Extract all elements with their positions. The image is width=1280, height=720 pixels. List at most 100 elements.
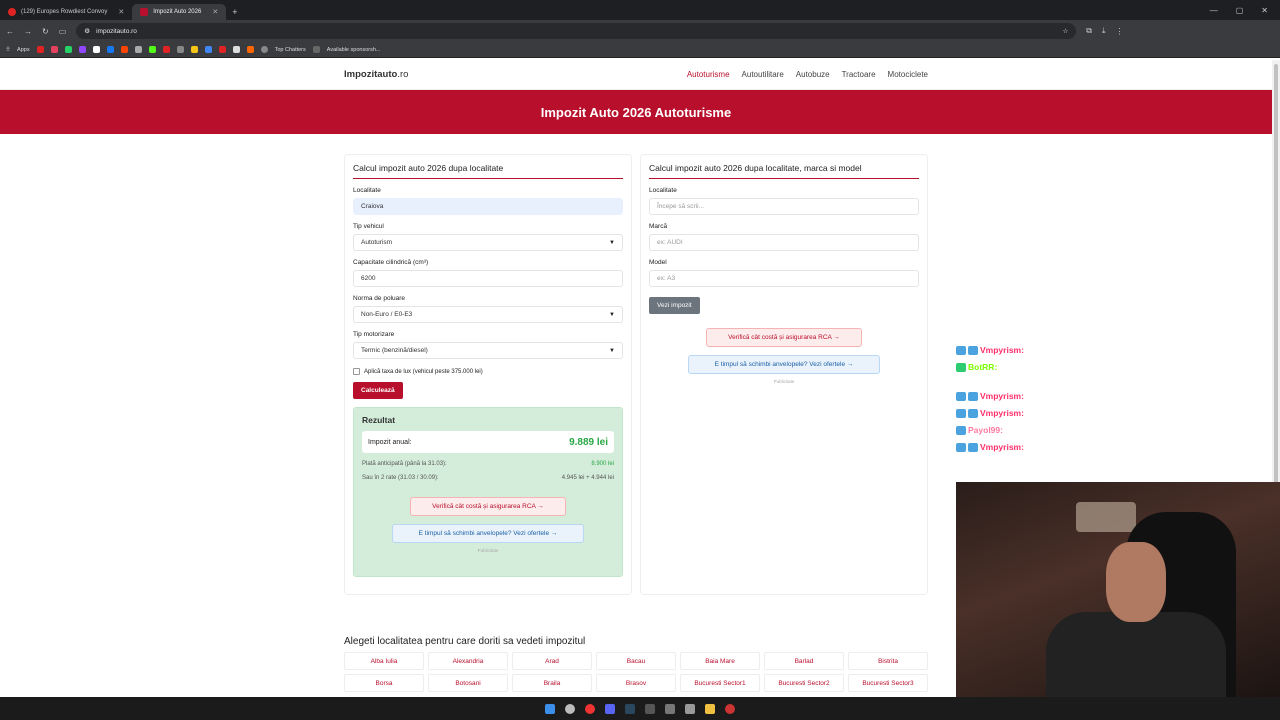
cities-grid: Alba Iulia Alexandria Arad Bacau Baia Ma… — [344, 652, 928, 692]
instagram-bookmark-icon[interactable] — [50, 46, 58, 53]
installments-row: Sau în 2 rate (31.03 / 30.09): 4.945 lei… — [362, 475, 614, 481]
city-link[interactable]: Brasov — [596, 674, 676, 692]
bookmark-top-chatters[interactable]: Top Chatters — [275, 47, 306, 53]
search-icon[interactable] — [565, 703, 575, 714]
twitch-bookmark-icon[interactable] — [78, 46, 86, 53]
bookmark-apps[interactable]: Apps — [17, 47, 30, 53]
reload-icon[interactable]: ↻ — [42, 27, 49, 36]
bookmark-icon[interactable] — [190, 46, 198, 53]
bookmark-icon[interactable] — [246, 46, 254, 53]
os-taskbar — [0, 697, 1280, 720]
city-link[interactable]: Bucuresti Sector2 — [764, 674, 844, 692]
bookmark-icon[interactable] — [162, 46, 170, 53]
close-icon[interactable]: ✕ — [118, 8, 124, 16]
site-navbar: Impozitauto.ro Autoturisme Autoutilitare… — [0, 60, 1272, 90]
url-field[interactable]: ⚙ impozitauto.ro ☆ — [76, 23, 1077, 39]
app-icon[interactable] — [685, 703, 695, 714]
ad-label: Publicitate — [773, 379, 795, 384]
new-tab-icon[interactable]: + — [232, 7, 237, 17]
discord-icon[interactable] — [605, 703, 615, 714]
nav-autobuze[interactable]: Autobuze — [796, 70, 830, 79]
extensions-icon[interactable]: ⧉ — [1086, 26, 1092, 36]
norma-select[interactable]: Non-Euro / E0-E3 ▼ — [353, 306, 623, 323]
localitate-input[interactable]: Craiova — [353, 198, 623, 215]
city-link[interactable]: Alexandria — [428, 652, 508, 670]
minimize-icon[interactable]: — — [1210, 6, 1218, 15]
calculate-button[interactable]: Calculează — [353, 382, 403, 399]
maximize-icon[interactable]: ▢ — [1236, 6, 1244, 15]
city-link[interactable]: Barlad — [764, 652, 844, 670]
rca-link-button[interactable]: Verifică cât costă și asigurarea RCA → — [706, 328, 862, 347]
nav-motociclete[interactable]: Motociclete — [888, 70, 928, 79]
apps-icon[interactable]: ⠿ — [6, 47, 10, 53]
back-icon[interactable]: ← — [6, 27, 14, 36]
localitate-label: Localitate — [649, 187, 677, 194]
close-window-icon[interactable]: ✕ — [1261, 6, 1268, 15]
url-text: impozitauto.ro — [96, 27, 137, 35]
nav-tractoare[interactable]: Tractoare — [842, 70, 876, 79]
nav-autoturisme[interactable]: Autoturisme — [687, 70, 730, 79]
download-icon[interactable]: ⤓ — [1102, 26, 1106, 36]
vezi-impozit-button[interactable]: Vezi impozit — [649, 297, 700, 314]
steam-icon[interactable] — [625, 703, 635, 714]
whatsapp-bookmark-icon[interactable] — [64, 46, 72, 53]
marca-input[interactable]: ex: AUDI — [649, 234, 919, 251]
city-link[interactable]: Bucuresti Sector3 — [848, 674, 928, 692]
reddit-bookmark-icon[interactable] — [120, 46, 128, 53]
app-icon[interactable] — [665, 703, 675, 714]
site-info-icon[interactable]: ⚙ — [84, 27, 90, 35]
city-link[interactable]: Botosani — [428, 674, 508, 692]
site-logo[interactable]: Impozitauto.ro — [344, 69, 408, 80]
close-icon[interactable]: ✕ — [212, 8, 218, 16]
bookmark-icon[interactable] — [232, 46, 240, 53]
window-controls: — ▢ ✕ — [1210, 6, 1280, 15]
tip-vehicul-select[interactable]: Autoturism ▼ — [353, 234, 623, 251]
facebook-bookmark-icon[interactable] — [106, 46, 114, 53]
bookmark-sponsorship[interactable]: Available sponsorsh... — [327, 47, 381, 53]
chrome-icon[interactable] — [585, 703, 595, 714]
split-view-icon[interactable]: ▭ — [59, 27, 67, 36]
badge-icon — [956, 426, 966, 436]
tab-youtube[interactable]: (129) Europes Rowdiest Convoy ✕ — [0, 4, 132, 20]
tab-impozit[interactable]: Impozit Auto 2026 ✕ — [132, 4, 227, 20]
city-link[interactable]: Braila — [512, 674, 592, 692]
x-bookmark-icon[interactable] — [92, 46, 100, 53]
folder-icon[interactable] — [705, 703, 715, 714]
city-link[interactable]: Bistrita — [848, 652, 928, 670]
youtube-bookmark-icon[interactable] — [36, 46, 44, 53]
badge-icon — [968, 392, 978, 402]
windows-start-icon[interactable] — [545, 703, 555, 714]
capacitate-input[interactable]: 6200 — [353, 270, 623, 287]
browser-tab-bar: (129) Europes Rowdiest Convoy ✕ Impozit … — [0, 0, 1280, 20]
lux-tax-checkbox-row[interactable]: Aplică taxa de lux (vehicul peste 375.00… — [353, 368, 623, 375]
bookmark-icon[interactable] — [218, 46, 226, 53]
kick-bookmark-icon[interactable] — [148, 46, 156, 53]
bookmark-icon[interactable] — [176, 46, 184, 53]
youtube-icon — [8, 8, 16, 16]
tires-link-button[interactable]: E timpul să schimbi anvelopele? Vezi ofe… — [688, 355, 880, 374]
city-link[interactable]: Borsa — [344, 674, 424, 692]
localitate-input[interactable]: Începe să scrii... — [649, 198, 919, 215]
card-title: Calcul impozit auto 2026 dupa localitate… — [649, 163, 919, 179]
obs-icon[interactable] — [725, 703, 735, 714]
nav-autoutilitare[interactable]: Autoutilitare — [742, 70, 784, 79]
chevron-down-icon: ▼ — [609, 311, 615, 318]
tires-link-button[interactable]: E timpul să schimbi anvelopele? Vezi ofe… — [392, 524, 584, 543]
forward-icon[interactable]: → — [24, 27, 32, 36]
streamer-body — [1046, 612, 1226, 697]
bookmark-icon[interactable] — [134, 46, 142, 53]
model-input[interactable]: ex: A3 — [649, 270, 919, 287]
rca-link-button[interactable]: Verifică cât costă și asigurarea RCA → — [410, 497, 566, 516]
menu-icon[interactable]: ⋮ — [1116, 27, 1124, 36]
lux-tax-checkbox[interactable] — [353, 368, 360, 375]
city-link[interactable]: Arad — [512, 652, 592, 670]
city-link[interactable]: Bucuresti Sector1 — [680, 674, 760, 692]
bookmark-icon[interactable] — [204, 46, 212, 53]
app-icon[interactable] — [645, 703, 655, 714]
city-link[interactable]: Baia Mare — [680, 652, 760, 670]
bookmark-star-icon[interactable]: ☆ — [1062, 27, 1068, 35]
city-link[interactable]: Bacau — [596, 652, 676, 670]
motorizare-select[interactable]: Termic (benzină/diesel) ▼ — [353, 342, 623, 359]
chat-message: Vmpyrism: In zona in care stam — [956, 407, 1276, 419]
city-link[interactable]: Alba Iulia — [344, 652, 424, 670]
